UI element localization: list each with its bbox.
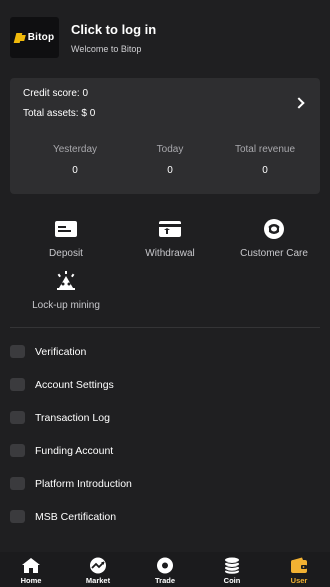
list-item-msb-certification[interactable]: MSB Certification: [10, 500, 320, 533]
stat-value: 0: [72, 165, 78, 176]
bitop-logo: Bitop: [10, 17, 59, 58]
list-item-verification[interactable]: Verification: [10, 335, 320, 368]
bottom-tab-bar: Home Market Trade Coin User: [0, 552, 330, 587]
chevron-right-icon[interactable]: [293, 97, 305, 109]
stat-value: 0: [262, 165, 268, 176]
withdrawal-button[interactable]: Withdrawal: [115, 218, 225, 259]
login-title[interactable]: Click to log in: [71, 22, 156, 37]
stat-yesterday: Yesterday 0: [30, 144, 120, 176]
list-item-platform-introduction[interactable]: Platform Introduction: [10, 467, 320, 500]
withdrawal-card-icon: [159, 221, 181, 237]
account-settings-icon: [10, 378, 25, 391]
total-assets: Total assets: $ 0: [23, 108, 96, 119]
trade-icon: [157, 557, 173, 574]
coin-stack-icon: [224, 557, 240, 574]
list-item-funding-account[interactable]: Funding Account: [10, 434, 320, 467]
list-item-label: Transaction Log: [35, 411, 110, 424]
list-item-label: MSB Certification: [35, 510, 117, 523]
lockup-mining-label: Lock-up mining: [32, 300, 100, 311]
login-subtitle: Welcome to Bitop: [71, 44, 142, 54]
msb-certification-icon: [10, 510, 25, 523]
account-summary-card[interactable]: Credit score: 0 Total assets: $ 0 Yester…: [10, 78, 320, 194]
stat-value: 0: [167, 165, 173, 176]
deposit-label: Deposit: [49, 248, 83, 259]
list-item-label: Verification: [35, 345, 87, 358]
deposit-button[interactable]: Deposit: [11, 218, 121, 259]
tab-user[interactable]: User: [274, 557, 324, 585]
tab-label: Trade: [154, 576, 175, 585]
home-icon: [22, 558, 40, 573]
funding-account-icon: [10, 444, 25, 457]
tab-label: Market: [85, 576, 111, 585]
list-item-label: Funding Account: [35, 444, 114, 457]
section-divider: [10, 327, 320, 328]
stat-today: Today 0: [125, 144, 215, 176]
platform-introduction-icon: [10, 477, 25, 490]
verification-icon: [10, 345, 25, 358]
bitop-logo-mark-icon: [15, 33, 25, 43]
lockup-mining-button[interactable]: Lock-up mining: [11, 270, 121, 311]
logo-text: Bitop: [27, 32, 55, 43]
headset-icon: [264, 219, 284, 239]
tab-coin[interactable]: Coin: [207, 557, 257, 585]
list-item-account-settings[interactable]: Account Settings: [10, 368, 320, 401]
stat-label: Today: [156, 144, 184, 155]
tab-label: Home: [20, 576, 42, 585]
transaction-log-icon: [10, 411, 25, 424]
stat-total-revenue: Total revenue 0: [220, 144, 310, 176]
customer-care-button[interactable]: Customer Care: [219, 218, 329, 259]
tab-trade[interactable]: Trade: [140, 557, 190, 585]
tab-market[interactable]: Market: [73, 557, 123, 585]
deposit-card-icon: [55, 221, 77, 237]
list-item-label: Account Settings: [35, 378, 114, 391]
login-header[interactable]: Bitop Click to log in Welcome to Bitop: [10, 17, 320, 59]
market-trend-icon: [90, 557, 106, 574]
customer-care-label: Customer Care: [240, 248, 308, 259]
wallet-icon: [291, 557, 307, 573]
mining-icon: [57, 271, 75, 290]
stat-label: Yesterday: [52, 144, 98, 155]
withdrawal-label: Withdrawal: [145, 248, 195, 259]
tab-home[interactable]: Home: [6, 557, 56, 585]
list-item-transaction-log[interactable]: Transaction Log: [10, 401, 320, 434]
tab-label: User: [290, 576, 308, 585]
tab-label: Coin: [223, 576, 241, 585]
stat-label: Total revenue: [234, 144, 296, 155]
credit-score: Credit score: 0: [23, 88, 89, 99]
list-item-label: Platform Introduction: [35, 477, 132, 490]
